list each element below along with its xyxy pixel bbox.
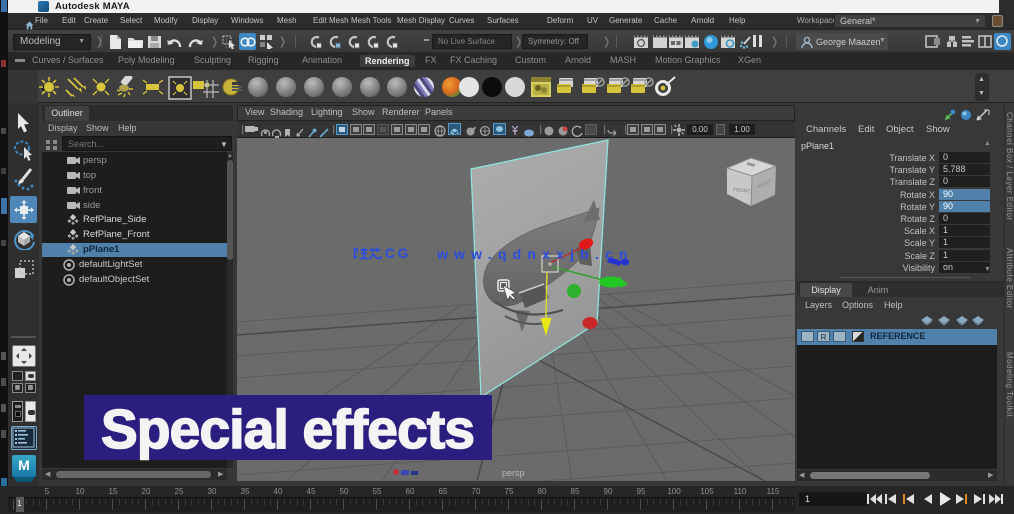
svg-text:persp: persp (502, 468, 525, 478)
svg-text:CG: CG (385, 246, 411, 261)
